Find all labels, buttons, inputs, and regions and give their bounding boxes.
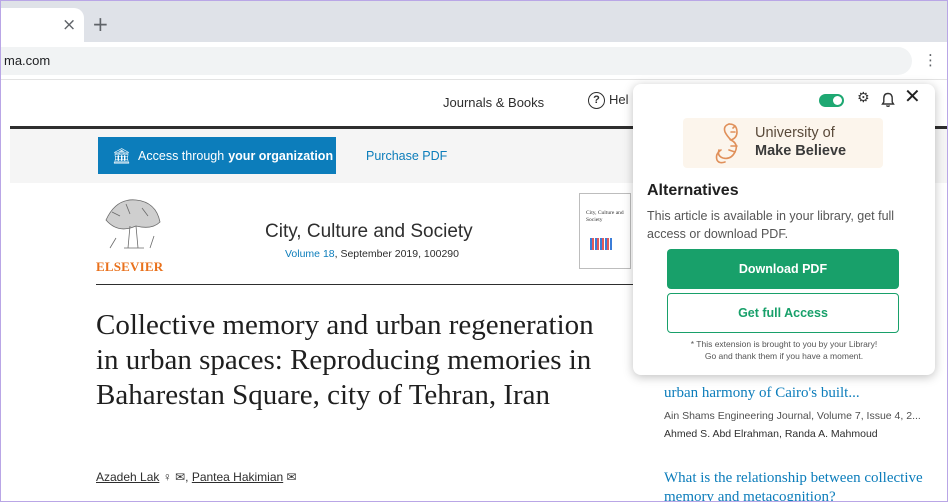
tab-strip: × +	[0, 0, 948, 42]
author-separator: ,	[185, 470, 189, 484]
footnote-line: Go and thank them if you have a moment.	[704, 351, 864, 361]
close-tab-icon[interactable]: ×	[62, 17, 76, 34]
journal-cover-thumbnail[interactable]: City, Culture and Society	[579, 193, 631, 269]
cover-graphic	[590, 238, 612, 250]
volume-info: Volume 18, September 2019, 100290	[285, 248, 459, 260]
help-label: Hel	[609, 92, 629, 107]
library-extension-popup: ⚙ ✕ University of Make Believe Alternati…	[633, 84, 935, 375]
purchase-pdf-link[interactable]: Purchase PDF	[366, 149, 447, 163]
access-prefix: Access through	[138, 148, 225, 163]
recommended-article-title[interactable]: What is the relationship between collect…	[664, 469, 944, 502]
address-bar[interactable]: ma.com	[0, 47, 912, 75]
elsevier-wordmark: ELSEVIER	[96, 259, 164, 274]
access-through-organization-button[interactable]: 🏛 Access through your organization	[98, 137, 336, 174]
author-link[interactable]: Azadeh Lak	[96, 470, 159, 484]
browser-toolbar: ma.com ⋮	[0, 42, 948, 80]
cover-title: City, Culture and Society	[586, 210, 624, 223]
article-title: Collective memory and urban regeneration…	[96, 309, 594, 411]
university-name-line1: University of	[755, 125, 835, 141]
help-link[interactable]: ? Hel	[588, 92, 629, 110]
banner-divider	[96, 284, 633, 285]
recommended-article-source: Ain Shams Engineering Journal, Volume 7,…	[664, 410, 921, 422]
institution-icon: 🏛	[112, 146, 132, 165]
recommended-article-title[interactable]: urban harmony of Cairo's built...	[664, 385, 860, 402]
footnote-line: * This extension is brought to you by yo…	[690, 339, 878, 349]
author-link[interactable]: Pantea Hakimian	[192, 470, 283, 484]
close-icon[interactable]: ✕	[904, 86, 921, 106]
author-list: Azadeh Lak ♀ ✉, Pantea Hakimian ✉	[96, 470, 297, 484]
access-org-label: your organization	[228, 148, 334, 163]
recommended-article-authors: Ahmed S. Abd Elrahman, Randa A. Mahmoud	[664, 428, 878, 440]
extension-footnote: * This extension is brought to you by yo…	[647, 338, 921, 362]
alternatives-heading: Alternatives	[647, 182, 739, 199]
download-pdf-button[interactable]: Download PDF	[667, 249, 899, 289]
journals-books-link[interactable]: Journals & Books	[443, 95, 544, 110]
email-icon[interactable]: ✉	[287, 470, 297, 484]
notification-bell-icon[interactable]	[881, 92, 895, 108]
journal-title[interactable]: City, Culture and Society	[265, 221, 473, 243]
author-contact-icons[interactable]: ♀ ✉	[163, 470, 185, 484]
url-text[interactable]: ma.com	[4, 53, 50, 68]
university-logo: University of Make Believe	[683, 118, 883, 168]
help-icon: ?	[588, 92, 605, 110]
new-tab-button[interactable]: +	[92, 14, 109, 34]
university-name-line2: Make Believe	[755, 143, 847, 159]
alternatives-description: This article is available in your librar…	[647, 209, 895, 241]
get-full-access-button[interactable]: Get full Access	[667, 293, 899, 333]
settings-icon[interactable]: ⚙	[857, 90, 870, 106]
volume-date: , September 2019, 100290	[334, 248, 459, 260]
seahorse-icon	[715, 123, 738, 164]
volume-link[interactable]: Volume 18	[285, 248, 335, 260]
browser-tab[interactable]: ×	[0, 8, 84, 42]
browser-menu-icon[interactable]: ⋮	[923, 51, 938, 69]
extension-toggle[interactable]	[819, 94, 844, 107]
